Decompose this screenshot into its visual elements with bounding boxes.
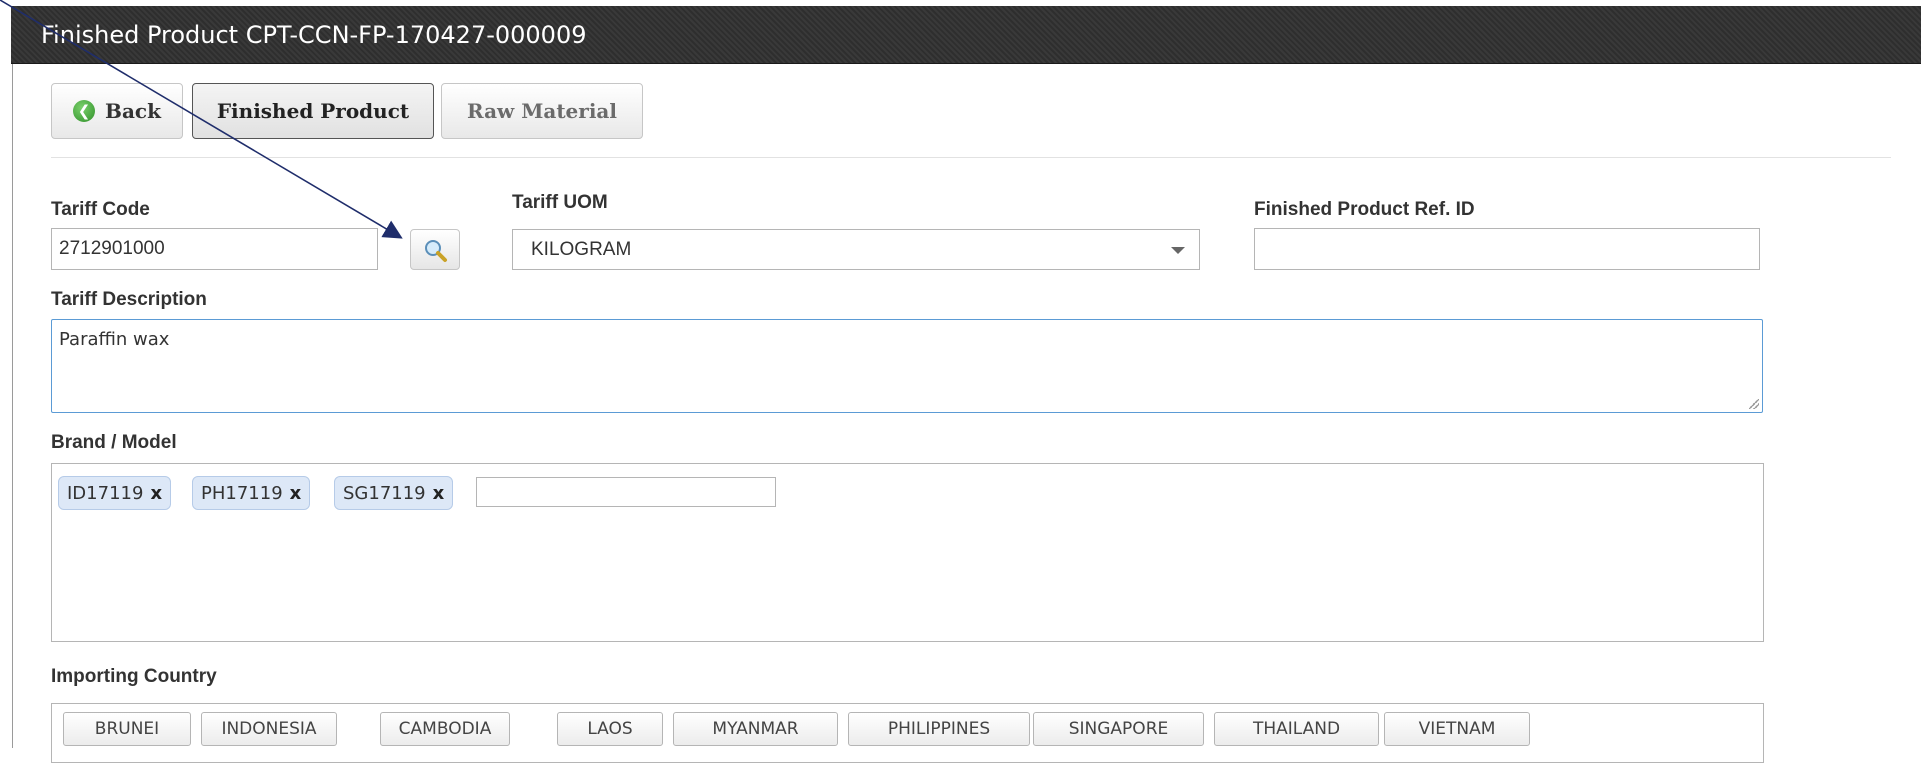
chevron-down-icon <box>1171 246 1185 254</box>
raw-material-tab-button[interactable]: Raw Material <box>441 83 643 139</box>
remove-tag-icon[interactable]: x <box>150 483 162 504</box>
tariff-search-button[interactable] <box>410 229 460 270</box>
finished-product-tab-button[interactable]: Finished Product <box>192 83 434 139</box>
country-option-singapore[interactable]: SINGAPORE <box>1033 712 1204 746</box>
brand-tag-label: SG17119 <box>343 482 426 504</box>
tariff-code-value: 2712901000 <box>59 238 165 259</box>
tariff-uom-select[interactable]: KILOGRAM <box>512 229 1200 270</box>
toolbar-divider <box>51 157 1891 158</box>
back-button-label: Back <box>105 99 161 123</box>
brand-tag-label: PH17119 <box>201 482 283 504</box>
brand-tag: SG17119 x <box>334 476 454 510</box>
window-titlebar: Finished Product CPT-CCN-FP-170427-00000… <box>11 6 1921 64</box>
finished-product-tab-label: Finished Product <box>216 99 410 123</box>
remove-tag-icon[interactable]: x <box>433 483 445 504</box>
tariff-code-label: Tariff Code <box>51 199 150 220</box>
remove-tag-icon[interactable]: x <box>290 483 302 504</box>
tariff-code-input[interactable]: 2712901000 <box>51 228 378 270</box>
brand-tag: ID17119 x <box>58 476 172 510</box>
country-option-myanmar[interactable]: MYANMAR <box>673 712 838 746</box>
country-option-indonesia[interactable]: INDONESIA <box>201 712 337 746</box>
circle-arrow-left-icon: ❮ <box>73 100 96 122</box>
importing-country-label: Importing Country <box>51 666 217 687</box>
back-button[interactable]: ❮ Back <box>51 83 183 139</box>
country-option-laos[interactable]: LAOS <box>557 712 663 746</box>
raw-material-tab-label: Raw Material <box>467 99 617 123</box>
brand-tag: PH17119 x <box>192 476 311 510</box>
tariff-uom-value: KILOGRAM <box>531 238 632 260</box>
panel-left-border <box>12 64 13 748</box>
country-option-philippines[interactable]: PHILIPPINES <box>848 712 1030 746</box>
ref-id-label: Finished Product Ref. ID <box>1254 199 1475 220</box>
brand-tag-label: ID17119 <box>67 482 144 504</box>
brand-model-label: Brand / Model <box>51 432 177 453</box>
magnifier-icon <box>425 239 447 262</box>
tariff-uom-label: Tariff UOM <box>512 192 608 213</box>
country-option-brunei[interactable]: BRUNEI <box>63 712 191 746</box>
ref-id-input[interactable] <box>1254 228 1760 270</box>
tariff-description-textarea[interactable]: Paraffin wax <box>51 319 1763 413</box>
tariff-description-label: Tariff Description <box>51 289 207 310</box>
country-option-thailand[interactable]: THAILAND <box>1214 712 1379 746</box>
tariff-description-value: Paraffin wax <box>59 329 170 350</box>
window-title: Finished Product CPT-CCN-FP-170427-00000… <box>41 21 587 49</box>
country-option-vietnam[interactable]: VIETNAM <box>1384 712 1530 746</box>
brand-model-input[interactable] <box>476 477 776 507</box>
country-option-cambodia[interactable]: CAMBODIA <box>380 712 510 746</box>
resize-grip-icon[interactable] <box>1749 399 1759 409</box>
